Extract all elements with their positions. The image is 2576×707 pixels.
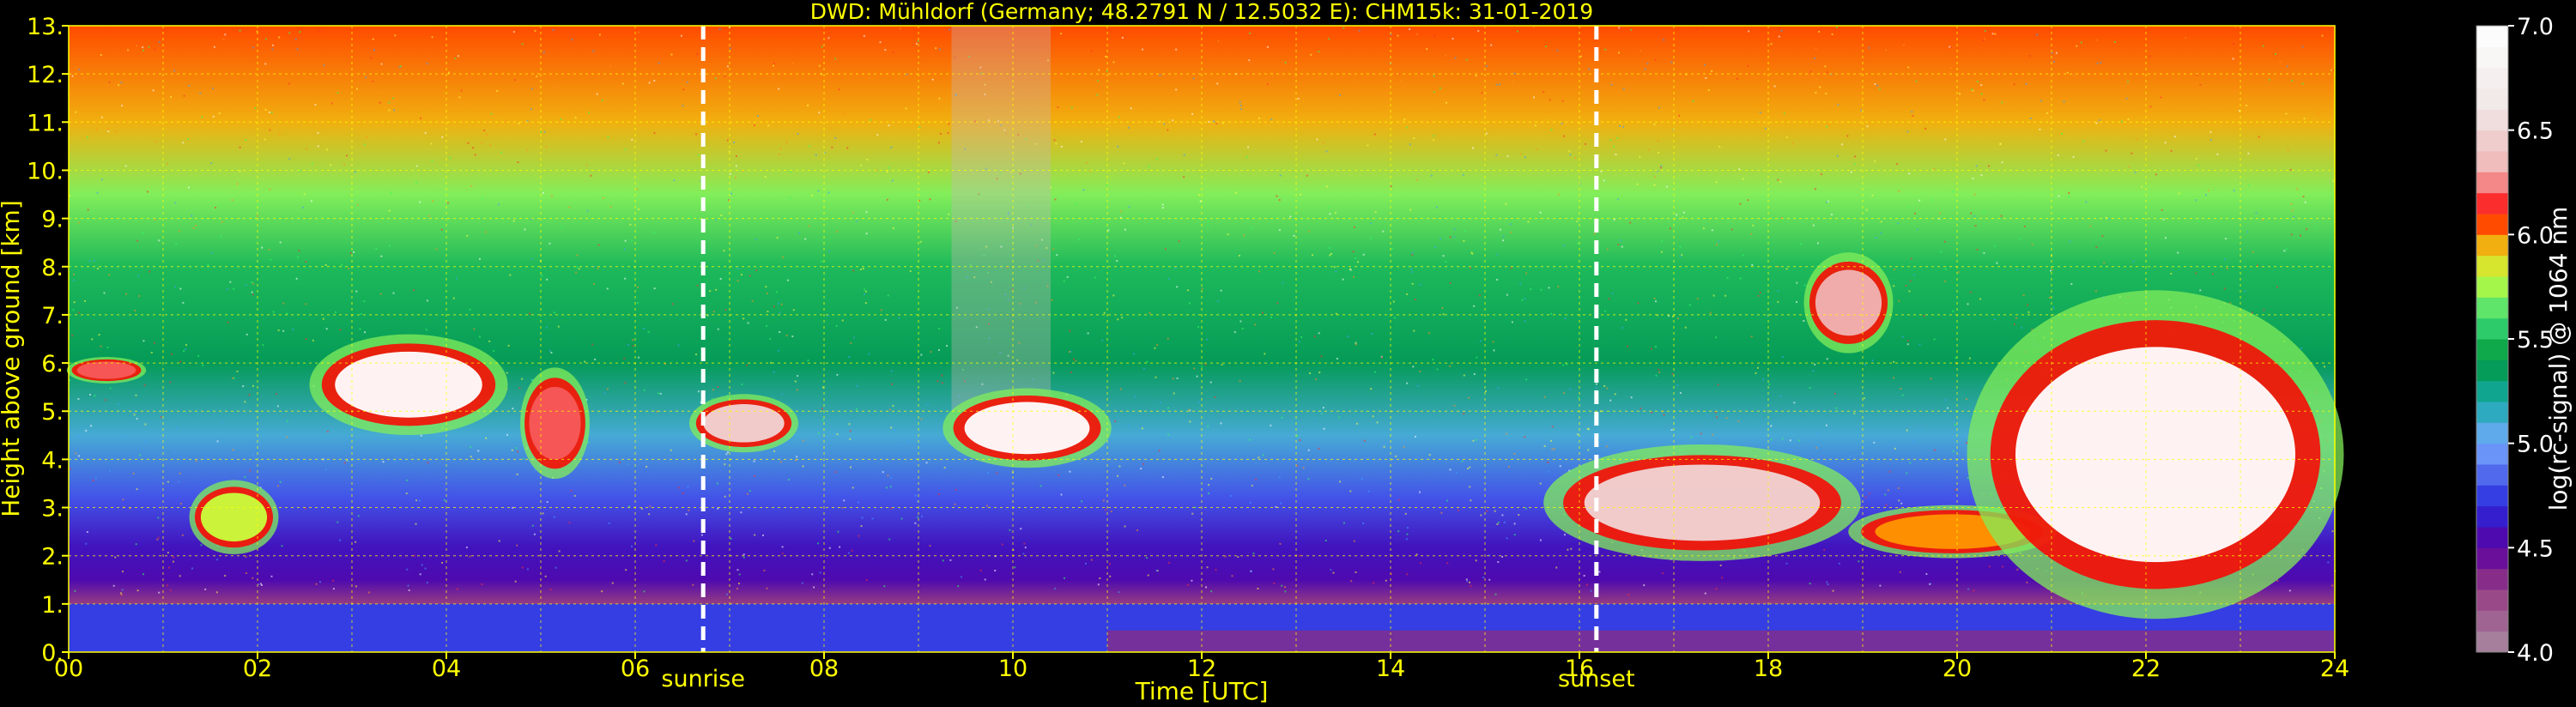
colorbar-segment: [2476, 339, 2508, 360]
colorbar-segment: [2476, 172, 2508, 194]
x-tick-label: 10: [998, 656, 1027, 682]
colorbar-tick-label: 7.0: [2517, 14, 2554, 40]
colorbar-segment: [2476, 276, 2508, 298]
colorbar-segment: [2476, 109, 2508, 131]
colorbar-segment: [2476, 631, 2508, 653]
colorbar-segment: [2476, 610, 2508, 632]
cloud-layer: [1967, 290, 2344, 619]
colorbar-segment: [2476, 547, 2508, 570]
colorbar-segment: [2476, 360, 2508, 382]
plot-area: [66, 26, 2344, 652]
y-tick-label: 1.: [41, 592, 64, 619]
y-tick-label: 13.: [27, 14, 64, 40]
colorbar-segment: [2476, 26, 2508, 47]
colorbar-segment: [2476, 255, 2508, 277]
colorbar-segment: [2476, 46, 2508, 69]
x-tick-label: 20: [1943, 656, 1972, 682]
colorbar-segment: [2476, 527, 2508, 548]
colorbar-segment: [2476, 192, 2508, 215]
y-tick-label: 12.: [27, 62, 64, 88]
x-tick-label: 14: [1376, 656, 1405, 682]
y-tick-label: 3.: [41, 496, 64, 523]
cloud-layer: [189, 480, 279, 555]
cloud-layer: [688, 394, 799, 453]
y-tick-label: 6.: [41, 351, 64, 378]
cloud-layer: [66, 357, 147, 384]
y-tick-label: 8.: [41, 255, 64, 281]
colorbar-segment: [2476, 317, 2508, 340]
x-tick-label: 18: [1754, 656, 1783, 682]
colorbar-segment: [2476, 88, 2508, 110]
colorbar-tick-label: 4.0: [2517, 640, 2554, 667]
cloud-layer: [309, 334, 508, 436]
colorbar-tick-label: 4.5: [2517, 535, 2554, 562]
colorbar-tick-label: 6.5: [2517, 118, 2554, 145]
colorbar-segment: [2476, 297, 2508, 319]
colorbar-segment: [2476, 589, 2508, 611]
lidar-chart: sunrise sunset 00 02 04 06 08 10 12 14 16 18 20 22 24…: [0, 0, 2576, 707]
colorbar-segment: [2476, 130, 2508, 152]
y-axis-label: Height above ground [km]: [0, 200, 25, 517]
y-tick-label: 9.: [41, 207, 64, 233]
colorbar-segment: [2476, 380, 2508, 402]
colorbar-segment: [2476, 464, 2508, 486]
x-axis-label: Time [UTC]: [1135, 677, 1269, 705]
x-tick-label: 24: [2320, 656, 2349, 682]
colorbar-segment: [2476, 214, 2508, 235]
cloud-layer: [1543, 444, 1861, 561]
colorbar-segment: [2476, 151, 2508, 172]
chart-title: DWD: Mühldorf (Germany; 48.2791 N / 12.5…: [810, 0, 1593, 24]
y-tick-label: 2.: [41, 544, 64, 571]
y-tick-label: 4.: [41, 447, 64, 474]
x-tick-label: 16: [1565, 656, 1594, 682]
colorbar-segment: [2476, 443, 2508, 465]
colorbar-segment: [2476, 422, 2508, 444]
y-tick-label: 10.: [27, 158, 64, 184]
colorbar-segment: [2476, 234, 2508, 257]
colorbar-segment: [2476, 67, 2508, 89]
x-tick-label: 06: [621, 656, 650, 682]
colorbar-segment: [2476, 402, 2508, 423]
x-tick-label: 08: [809, 656, 839, 682]
y-tick-label: 11.: [27, 110, 64, 136]
annotation-label: sunrise: [661, 666, 745, 692]
colorbar-segment: [2476, 505, 2508, 528]
cloud-layer: [1803, 252, 1894, 354]
cloud-layer: [520, 367, 590, 480]
colorbar-segment: [2476, 485, 2508, 507]
cloud-layer: [943, 388, 1112, 468]
x-tick-label: 02: [243, 656, 272, 682]
x-tick-label: 04: [432, 656, 461, 682]
y-tick-label: 0.: [41, 640, 64, 667]
colorbar-segment: [2476, 568, 2508, 590]
colorbar-label: log(rc-signal) @ 1064 nm: [2544, 207, 2573, 511]
x-tick-label: 22: [2131, 656, 2161, 682]
y-tick-label: 7.: [41, 303, 64, 329]
y-tick-label: 5.: [41, 399, 64, 426]
